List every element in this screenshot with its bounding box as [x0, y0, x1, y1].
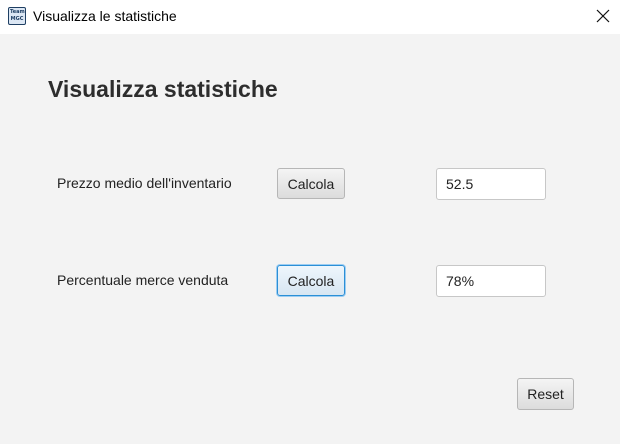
average-price-field[interactable]	[436, 168, 546, 200]
statistics-window: Team MGC Visualizza le statistiche Visua…	[0, 0, 620, 444]
window-title: Visualizza le statistiche	[33, 8, 177, 24]
sold-percentage-label: Percentuale merce venduta	[57, 272, 229, 288]
close-icon	[596, 9, 610, 23]
page-title: Visualizza statistiche	[48, 76, 278, 102]
calculate-average-price-button[interactable]: Calcola	[277, 168, 345, 199]
average-price-label: Prezzo medio dell'inventario	[57, 175, 232, 191]
app-logo-line2: MGC	[10, 16, 24, 22]
reset-button[interactable]: Reset	[517, 378, 574, 410]
title-bar: Team MGC Visualizza le statistiche	[0, 0, 620, 34]
close-button[interactable]	[586, 0, 620, 34]
calculate-sold-percentage-button[interactable]: Calcola	[277, 265, 345, 296]
app-logo-icon: Team MGC	[8, 7, 26, 25]
app-logo-line1: Team	[10, 9, 25, 15]
sold-percentage-field[interactable]	[436, 265, 546, 297]
